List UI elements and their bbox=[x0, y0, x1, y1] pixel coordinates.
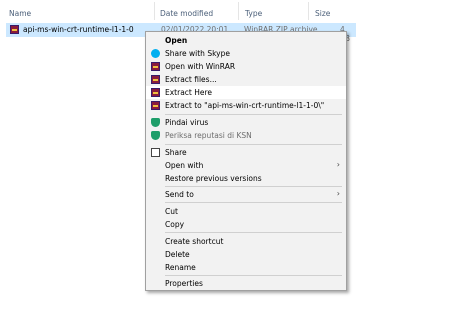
kaspersky-shield-icon bbox=[151, 131, 160, 140]
menu-send-to[interactable]: Send to › bbox=[146, 188, 346, 201]
column-divider[interactable] bbox=[154, 2, 155, 20]
menu-create-shortcut[interactable]: Create shortcut bbox=[146, 235, 346, 248]
column-type[interactable]: Type bbox=[245, 9, 262, 18]
menu-cut-label: Cut bbox=[165, 207, 178, 216]
menu-open-winrar[interactable]: Open with WinRAR bbox=[146, 60, 346, 73]
column-divider[interactable] bbox=[238, 2, 239, 20]
chevron-right-icon: › bbox=[336, 160, 340, 169]
menu-separator bbox=[165, 232, 342, 233]
menu-restore-versions-label: Restore previous versions bbox=[165, 174, 262, 183]
menu-extract-here[interactable]: Extract Here bbox=[146, 86, 346, 99]
menu-copy-label: Copy bbox=[165, 220, 185, 229]
winrar-icon bbox=[151, 88, 160, 97]
menu-share-skype-label: Share with Skype bbox=[165, 49, 230, 58]
menu-share-skype[interactable]: Share with Skype bbox=[146, 47, 346, 60]
menu-rename[interactable]: Rename bbox=[146, 261, 346, 274]
menu-separator bbox=[165, 202, 342, 203]
menu-rename-label: Rename bbox=[165, 263, 196, 272]
menu-separator bbox=[165, 114, 342, 115]
menu-delete[interactable]: Delete bbox=[146, 248, 346, 261]
menu-separator bbox=[165, 275, 342, 276]
winrar-icon bbox=[10, 25, 19, 34]
menu-open-label: Open bbox=[165, 36, 188, 45]
menu-properties-label: Properties bbox=[165, 279, 203, 288]
kaspersky-shield-icon bbox=[151, 118, 160, 127]
column-date-modified[interactable]: Date modified bbox=[160, 9, 213, 18]
menu-extract-files[interactable]: Extract files... bbox=[146, 73, 346, 86]
menu-extract-here-label: Extract Here bbox=[165, 88, 213, 97]
menu-pindai-virus[interactable]: Pindai virus bbox=[146, 116, 346, 129]
menu-copy[interactable]: Copy bbox=[146, 218, 346, 231]
menu-cut[interactable]: Cut bbox=[146, 205, 346, 218]
menu-open-winrar-label: Open with WinRAR bbox=[165, 62, 236, 71]
menu-extract-to-label: Extract to "api-ms-win-crt-runtime-l1-1-… bbox=[165, 101, 325, 110]
winrar-icon bbox=[151, 75, 160, 84]
menu-separator bbox=[165, 186, 342, 187]
menu-open-with[interactable]: Open with › bbox=[146, 159, 346, 172]
share-icon bbox=[151, 148, 160, 157]
chevron-right-icon: › bbox=[336, 189, 340, 198]
context-menu: Open Share with Skype Open with WinRAR E… bbox=[145, 31, 347, 291]
file-name: api-ms-win-crt-runtime-l1-1-0 bbox=[23, 25, 134, 34]
menu-restore-versions[interactable]: Restore previous versions bbox=[146, 172, 346, 185]
menu-open[interactable]: Open bbox=[146, 34, 346, 47]
column-name[interactable]: Name bbox=[9, 9, 31, 18]
menu-share[interactable]: Share bbox=[146, 146, 346, 159]
menu-extract-to[interactable]: Extract to "api-ms-win-crt-runtime-l1-1-… bbox=[146, 99, 346, 112]
menu-share-label: Share bbox=[165, 148, 187, 157]
skype-icon bbox=[151, 49, 160, 58]
menu-extract-files-label: Extract files... bbox=[165, 75, 217, 84]
menu-pindai-virus-label: Pindai virus bbox=[165, 118, 209, 127]
column-size[interactable]: Size bbox=[315, 9, 330, 18]
menu-create-shortcut-label: Create shortcut bbox=[165, 237, 224, 246]
menu-separator bbox=[165, 144, 342, 145]
menu-open-with-label: Open with bbox=[165, 161, 204, 170]
column-header: Name Date modified Type Size bbox=[0, 0, 474, 22]
column-divider[interactable] bbox=[308, 2, 309, 20]
menu-properties[interactable]: Properties bbox=[146, 277, 346, 290]
winrar-icon bbox=[151, 101, 160, 110]
menu-periksa-reputasi-label: Periksa reputasi di KSN bbox=[165, 131, 252, 140]
menu-send-to-label: Send to bbox=[165, 190, 194, 199]
menu-delete-label: Delete bbox=[165, 250, 190, 259]
winrar-icon bbox=[151, 62, 160, 71]
menu-periksa-reputasi[interactable]: Periksa reputasi di KSN bbox=[146, 129, 346, 142]
